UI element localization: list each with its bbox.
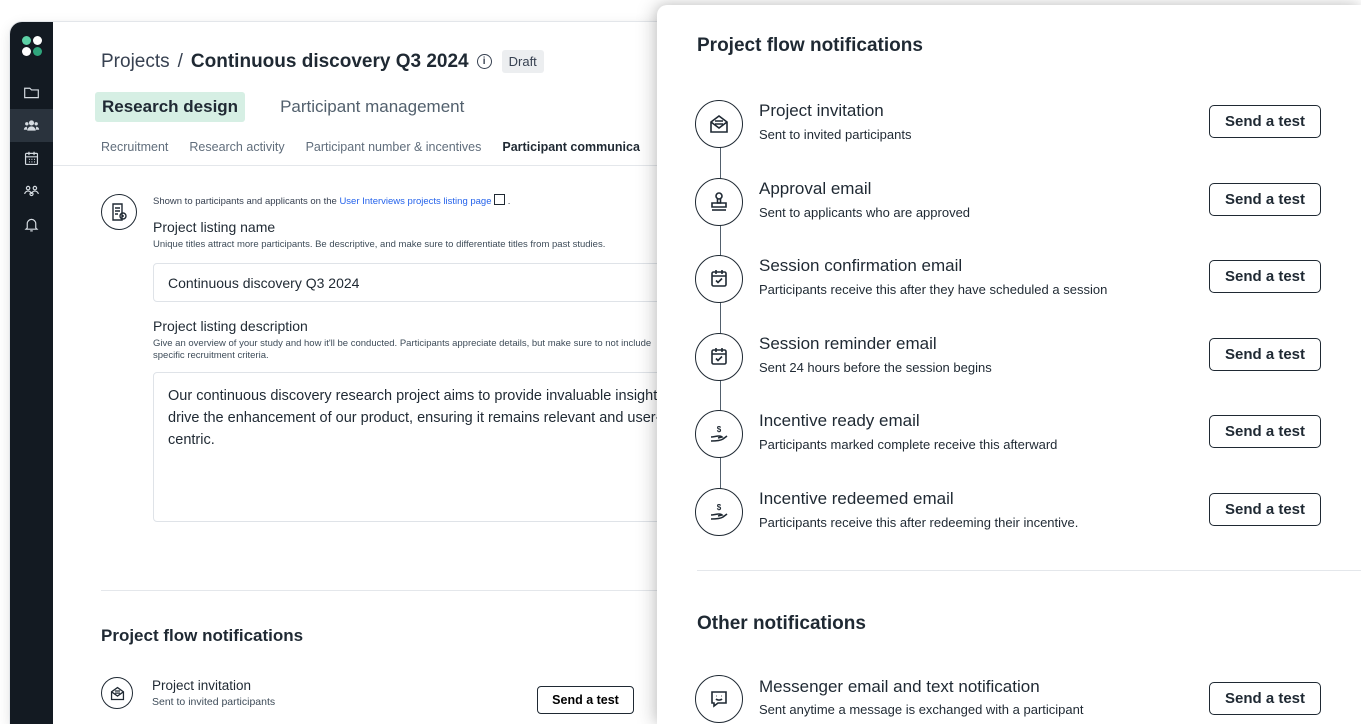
notification-title: Session confirmation email [759,256,963,275]
listing-name-label: Project listing name [153,219,276,235]
other-notifications-title: Other notifications [697,613,866,634]
notification-project-invitation: Project invitation Sent to invited parti… [695,97,1325,149]
listing-description-label: Project listing description [153,318,308,334]
listing-shown-note: Shown to participants and applicants on … [153,194,673,207]
subtab-participant-communication[interactable]: Participant communica [502,140,640,154]
notification-session-confirmation: Session confirmation email Participants … [695,252,1325,304]
tab-research-design[interactable]: Research design [95,92,246,122]
envelope-icon [695,100,743,148]
listing-name-help: Unique titles attract more participants.… [153,239,606,250]
notification-desc: Sent to applicants who are approved [759,205,971,220]
money-hand-icon: $ [695,488,743,536]
listing-page-link[interactable]: User Interviews projects listing page [339,196,491,207]
notification-incentive-ready: $ Incentive ready email Participants mar… [695,407,1325,459]
status-badge: Draft [501,50,544,73]
notification-desc: Sent to invited participants [759,127,912,142]
notification-session-reminder: Session reminder email Sent 24 hours bef… [695,330,1325,382]
listing-description-textarea[interactable]: Our continuous discovery research projec… [153,372,713,522]
shown-note-suffix: . [505,196,511,207]
tab-participant-management[interactable]: Participant management [273,92,471,122]
send-test-button[interactable]: Send a test [1209,183,1321,216]
listing-name-input[interactable]: Continuous discovery Q3 2024 [153,263,713,302]
main-tabs: Research design Participant management [95,92,471,122]
breadcrumb-separator: / [177,50,183,72]
send-test-button[interactable]: Send a test [1209,105,1321,138]
shown-note-text: Shown to participants and applicants on … [153,196,340,207]
notification-title: Incentive ready email [759,411,920,430]
svg-text:$: $ [717,425,722,434]
send-test-button[interactable]: Send a test [537,686,634,714]
stamp-icon [695,178,743,226]
notification-messenger: Messenger email and text notification Se… [695,675,1325,724]
folder-icon[interactable] [10,76,53,109]
notification-desc: Participants receive this after they hav… [759,282,1108,297]
sub-tabs: Recruitment Research activity Participan… [101,140,640,154]
listing-form: Shown to participants and applicants on … [153,194,713,522]
send-test-button[interactable]: Send a test [1209,338,1321,371]
notification-title: Session reminder email [759,334,937,353]
send-test-button[interactable]: Send a test [1209,682,1321,715]
team-icon[interactable] [10,175,53,208]
notification-desc: Sent 24 hours before the session begins [759,360,992,375]
notification-desc: Participants receive this after redeemin… [759,515,1079,530]
notification-desc: Sent anytime a message is exchanged with… [759,702,1084,717]
send-test-button[interactable]: Send a test [1209,260,1321,293]
subtab-participant-number[interactable]: Participant number & incentives [306,140,482,154]
section-divider [101,590,661,591]
sidebar [10,22,53,724]
listing-document-icon [101,194,137,230]
notification-desc: Participants marked complete receive thi… [759,437,1058,452]
subtab-research-activity[interactable]: Research activity [189,140,284,154]
notification-title: Messenger email and text notification [759,677,1040,696]
participants-icon[interactable] [10,109,53,142]
back-item-title: Project invitation [152,678,252,693]
flow-notifications-title: Project flow notifications [697,35,923,56]
info-icon[interactable]: i [476,54,492,69]
back-notification-item: Project invitation Sent to invited parti… [101,677,275,709]
breadcrumb-projects-link[interactable]: Projects [101,51,170,73]
calendar-icon[interactable] [10,142,53,175]
bell-icon[interactable] [10,208,53,241]
chat-smile-icon [695,675,743,723]
back-item-desc: Sent to invited participants [152,696,276,708]
notification-title: Approval email [759,179,872,198]
breadcrumb: Projects / Continuous discovery Q3 2024 … [101,50,544,73]
listing-description-help: Give an overview of your study and how i… [153,338,652,361]
notification-approval-email: Approval email Sent to applicants who ar… [695,175,1325,227]
notification-incentive-redeemed: $ Incentive redeemed email Participants … [695,485,1325,537]
notification-title: Incentive redeemed email [759,489,954,508]
page-title: Continuous discovery Q3 2024 [190,50,469,72]
send-test-button[interactable]: Send a test [1209,493,1321,526]
section-divider [697,570,1361,571]
calendar-check-icon [695,333,743,381]
notifications-panel: Project flow notifications Project invit… [657,5,1361,724]
envelope-icon [101,677,133,709]
calendar-check-icon [695,255,743,303]
app-logo[interactable] [21,36,42,56]
notification-title: Project invitation [759,101,884,120]
svg-text:$: $ [717,503,722,512]
subtab-recruitment[interactable]: Recruitment [101,140,168,154]
send-test-button[interactable]: Send a test [1209,415,1321,448]
external-link-icon[interactable] [494,194,506,205]
money-hand-icon: $ [695,410,743,458]
back-flow-title: Project flow notifications [101,626,304,645]
